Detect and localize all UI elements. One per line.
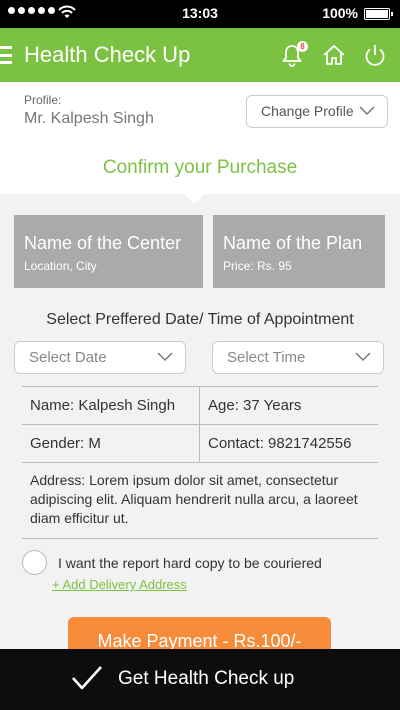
battery-icon — [364, 8, 393, 20]
time-placeholder: Select Time — [227, 349, 306, 366]
add-delivery-address-link[interactable]: + Add Delivery Address — [52, 577, 187, 592]
battery-percent: 100% — [322, 5, 358, 21]
plan-name: Name of the Plan — [223, 233, 363, 253]
chevron-down-icon — [359, 106, 375, 116]
patient-age: Age: 37 Years — [208, 397, 302, 414]
home-icon — [323, 45, 345, 65]
confirm-title: Confirm your Purchase — [102, 157, 298, 178]
power-icon — [365, 45, 385, 66]
status-bar: 13:03 100% — [0, 0, 400, 28]
patient-contact: Contact: 9821742556 — [208, 435, 352, 452]
profile-label: Profile: — [24, 93, 62, 107]
chevron-down-icon — [157, 352, 173, 362]
change-profile-dropdown[interactable]: Change Profile — [246, 95, 388, 128]
chevron-down-icon — [355, 352, 371, 362]
date-placeholder: Select Date — [29, 349, 107, 366]
plan-card: Name of the Plan Price: Rs. 95 — [213, 215, 385, 288]
center-location: Location, City — [24, 259, 97, 273]
get-health-checkup-label: Get Health Check up — [118, 668, 295, 689]
patient-gender: Gender: M — [22, 425, 200, 462]
time-select[interactable]: Select Time — [212, 341, 384, 374]
plan-price: Price: Rs. 95 — [223, 259, 292, 273]
get-health-checkup-bar[interactable]: Get Health Check up — [0, 649, 400, 710]
app-title: Health Check Up — [24, 42, 191, 67]
menu-icon[interactable] — [0, 46, 12, 64]
info-row: Name: Kalpesh Singh Age: 37 Years — [22, 387, 378, 425]
hard-copy-checkbox[interactable] — [22, 550, 47, 575]
notification-badge: 8 — [297, 41, 308, 52]
profile-name: Mr. Kalpesh Singh — [24, 110, 154, 127]
info-row: Gender: M Contact: 9821742556 — [22, 425, 378, 463]
appointment-heading: Select Preffered Date/ Time of Appointme… — [46, 311, 354, 328]
patient-address: Address: Lorem ipsum dolor sit amet, con… — [22, 463, 378, 539]
patient-info: Name: Kalpesh Singh Age: 37 Years Gender… — [22, 386, 378, 539]
hard-copy-label: I want the report hard copy to be courie… — [58, 555, 322, 571]
change-profile-label: Change Profile — [261, 103, 354, 119]
patient-name: Name: Kalpesh Singh — [22, 387, 200, 424]
power-button[interactable] — [361, 41, 389, 69]
date-select[interactable]: Select Date — [14, 341, 186, 374]
profile-section: Profile: Mr. Kalpesh Singh Change Profil… — [0, 82, 400, 194]
checkmark-icon — [72, 666, 102, 690]
home-button[interactable] — [320, 41, 348, 69]
center-card: Name of the Center Location, City — [14, 215, 203, 288]
center-name: Name of the Center — [24, 233, 182, 253]
pointer-notch — [184, 194, 204, 204]
notifications-button[interactable]: 8 — [278, 41, 308, 69]
app-header: Health Check Up 8 — [0, 28, 400, 82]
